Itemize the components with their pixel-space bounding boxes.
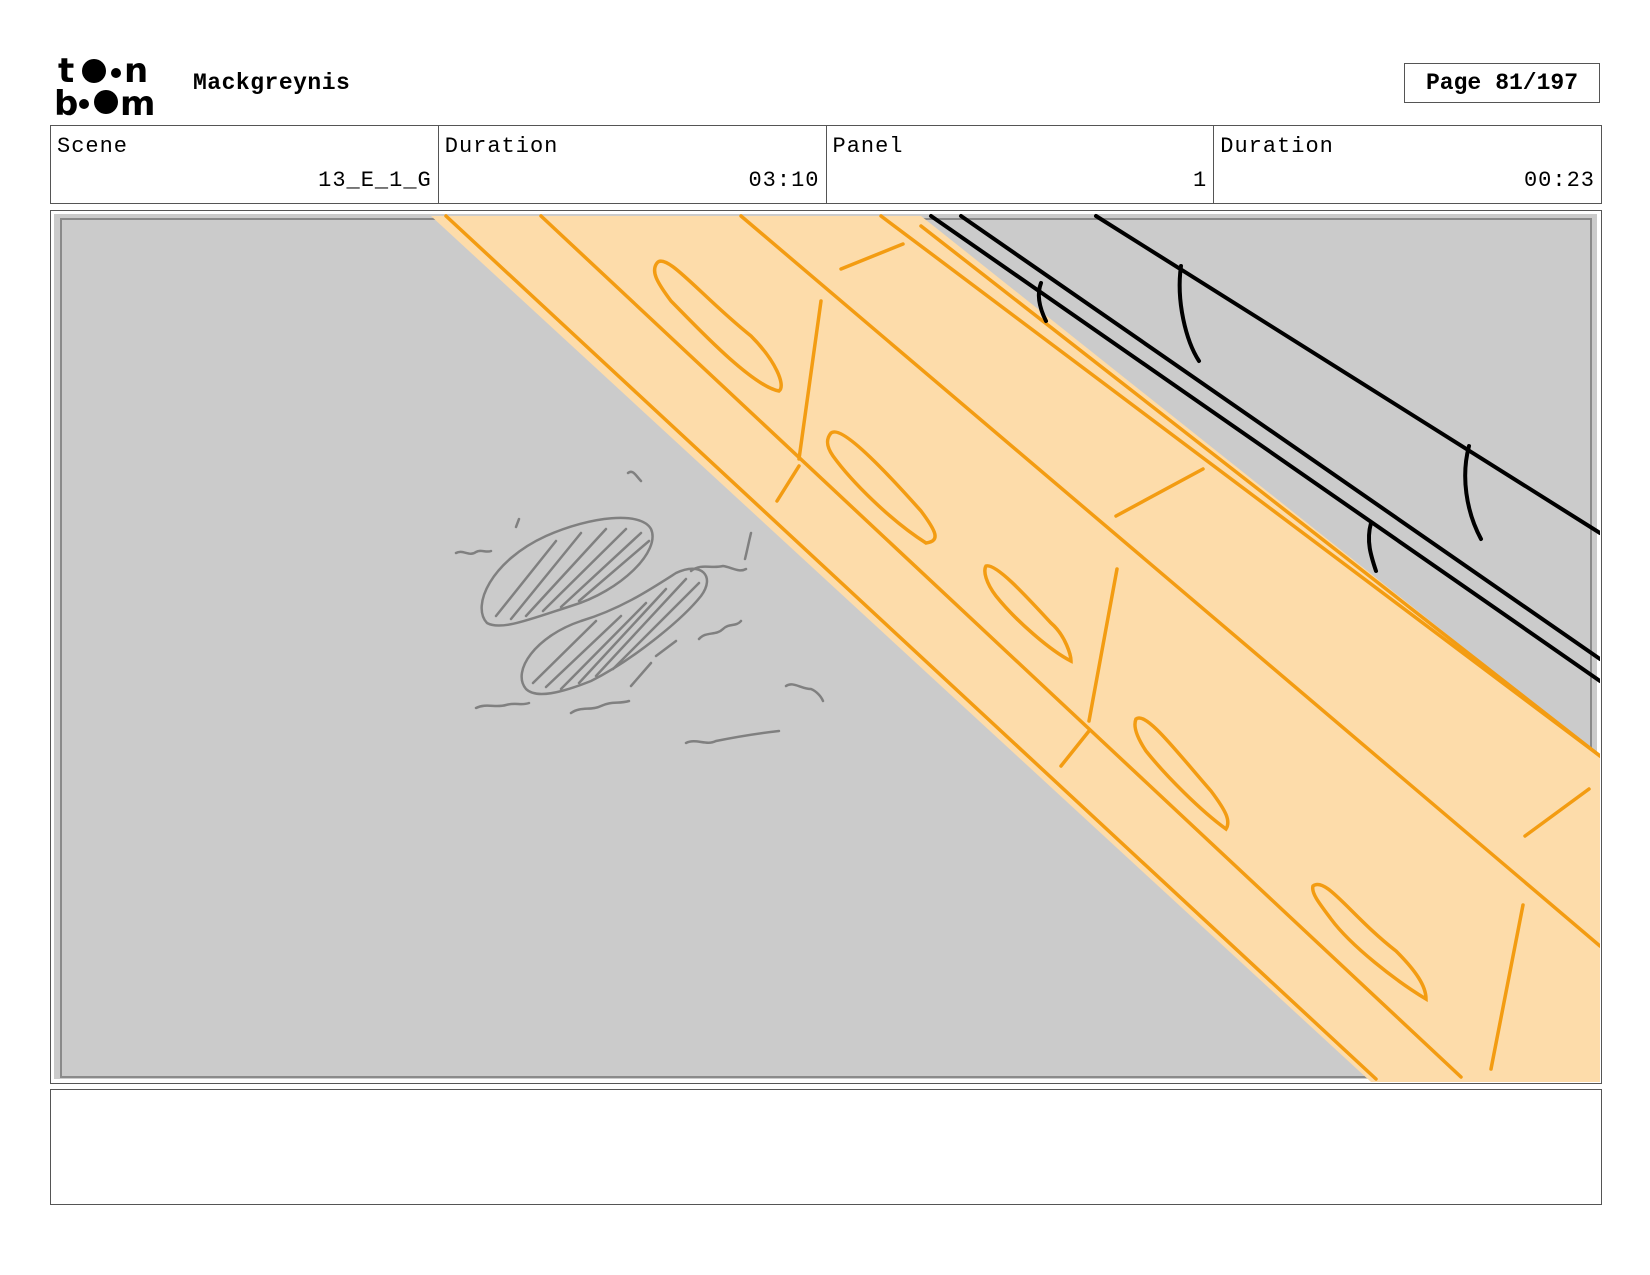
panel-notes-box: [50, 1089, 1602, 1205]
scene-duration-cell: Duration 03:10: [439, 126, 827, 203]
svg-text:b: b: [54, 84, 78, 118]
toon-boom-logo: t n b m: [54, 51, 172, 124]
panel-cell: Panel 1: [827, 126, 1215, 203]
scene-duration-value: 03:10: [748, 168, 820, 193]
panel-label: Panel: [832, 134, 904, 159]
scene-label: Scene: [57, 134, 129, 159]
panel-duration-cell: Duration 00:23: [1214, 126, 1601, 203]
scene-duration-label: Duration: [444, 134, 559, 159]
scene-cell: Scene 13_E_1_G: [51, 126, 439, 203]
scene-value: 13_E_1_G: [318, 168, 432, 193]
scene-info-table: Scene 13_E_1_G Duration 03:10 Panel 1 Du…: [50, 125, 1602, 204]
svg-text:m: m: [120, 84, 155, 118]
panel-value: 1: [1193, 168, 1208, 193]
page-number: 81/197: [1495, 70, 1579, 96]
page-indicator: Page 81/197: [1404, 63, 1600, 103]
project-title: Mackgreynis: [193, 70, 351, 96]
panel-duration-value: 00:23: [1523, 168, 1595, 193]
page-label: Page: [1425, 70, 1482, 96]
storyboard-panel: [50, 210, 1602, 1084]
panel-drawing: [54, 214, 1600, 1082]
panel-duration-label: Duration: [1220, 134, 1334, 159]
